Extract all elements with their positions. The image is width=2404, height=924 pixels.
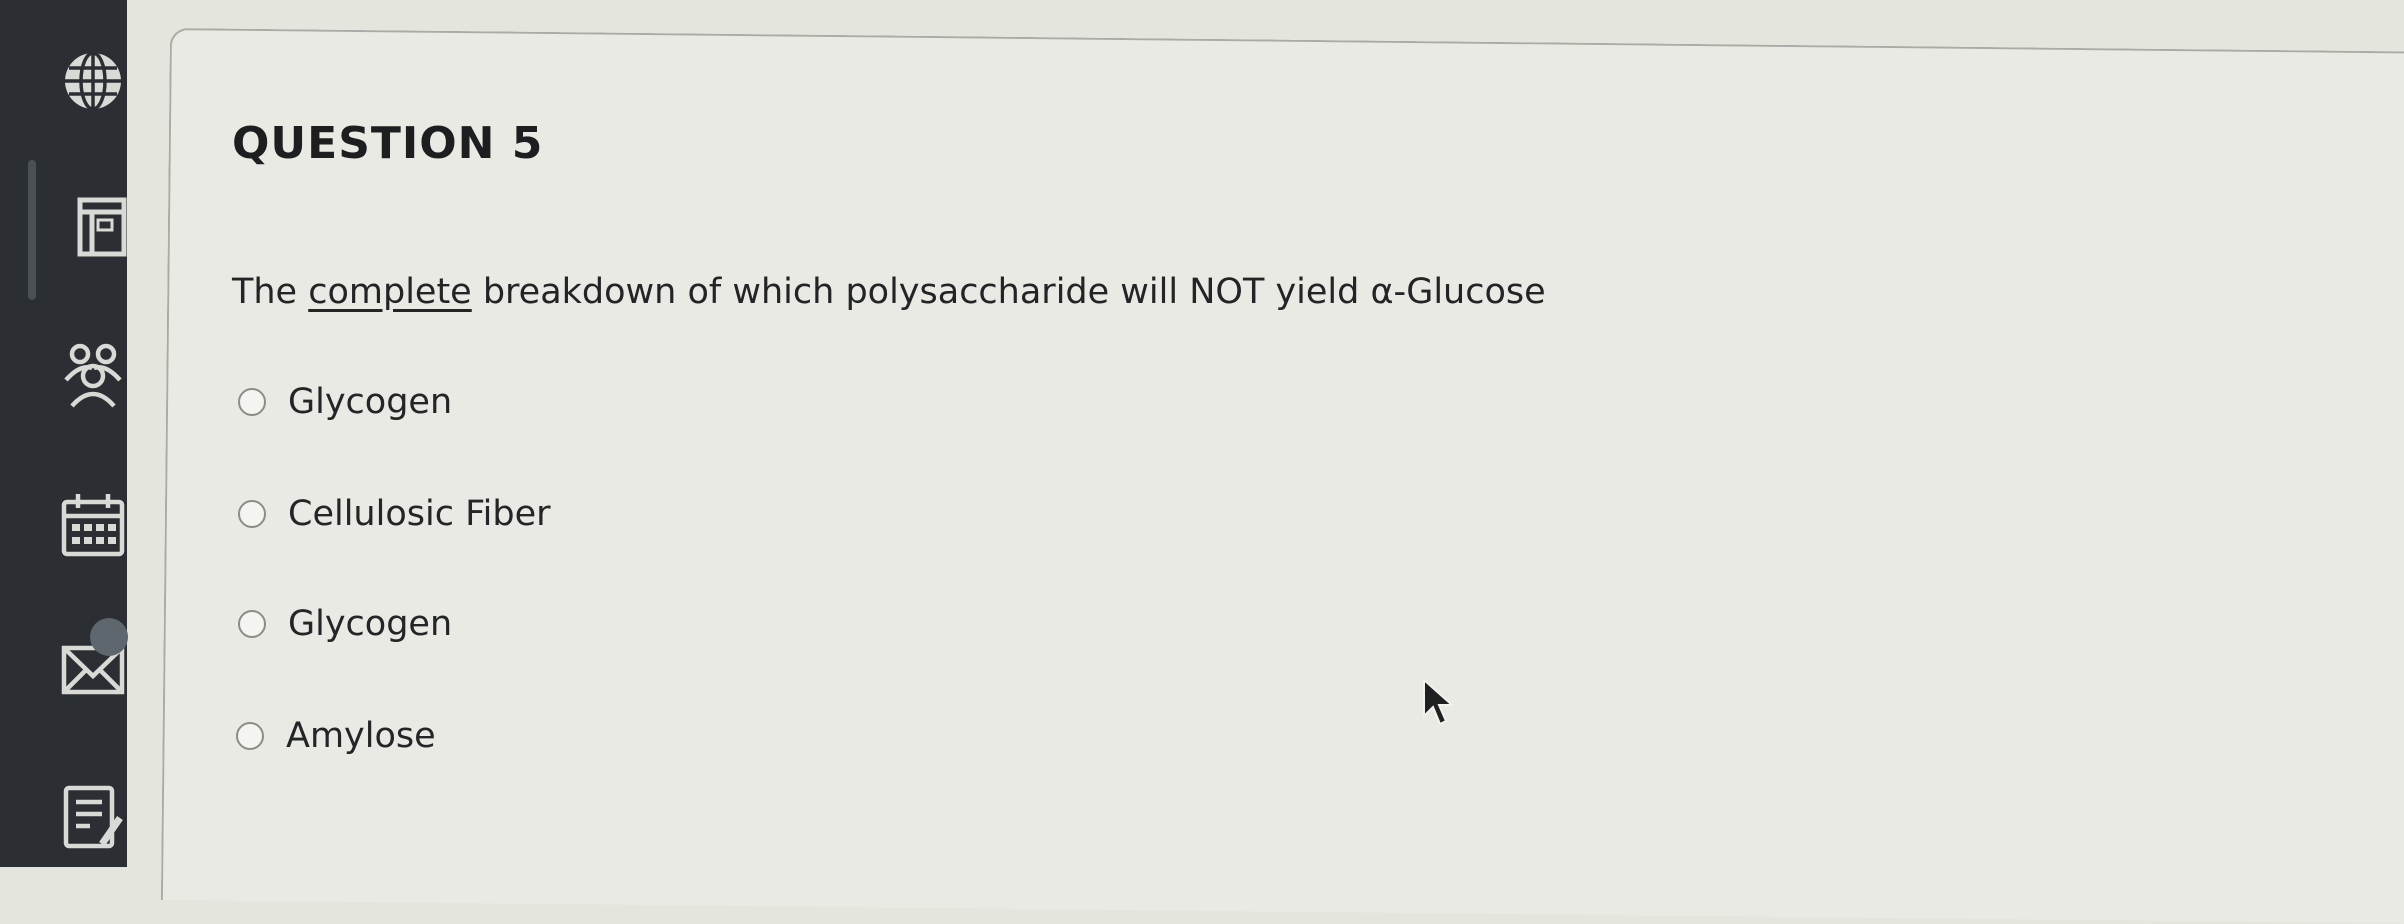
answer-option-2[interactable]: Cellulosic Fiber [238, 494, 551, 534]
question-text-start: The [232, 272, 309, 312]
question-text-end: breakdown of which polysaccharide will N… [471, 272, 1546, 312]
radio-button[interactable] [238, 610, 266, 638]
groups-icon[interactable] [58, 340, 128, 410]
answer-option-4[interactable]: Amylose [236, 716, 436, 756]
mouse-pointer-icon [1423, 678, 1455, 726]
notification-badge [90, 618, 128, 656]
answer-option-3[interactable]: Glycogen [238, 604, 452, 644]
question-text: The complete breakdown of which polysacc… [232, 272, 1546, 312]
radio-button[interactable] [238, 500, 266, 528]
answer-option-label: Cellulosic Fiber [288, 494, 551, 534]
sidebar-active-indicator [28, 160, 36, 300]
radio-button[interactable] [238, 388, 266, 416]
grades-icon[interactable] [58, 782, 128, 852]
question-title: QUESTION 5 [232, 118, 544, 169]
courses-icon[interactable] [58, 192, 128, 262]
question-text-emphasis: complete [308, 272, 472, 312]
answer-option-label: Glycogen [288, 382, 453, 422]
sidebar [0, 0, 128, 867]
calendar-icon[interactable] [58, 490, 128, 560]
answer-option-label: Amylose [286, 716, 436, 756]
answer-option-label: Glycogen [288, 604, 453, 644]
globe-icon[interactable] [58, 46, 128, 116]
radio-button[interactable] [236, 722, 264, 750]
answer-option-1[interactable]: Glycogen [238, 382, 452, 422]
